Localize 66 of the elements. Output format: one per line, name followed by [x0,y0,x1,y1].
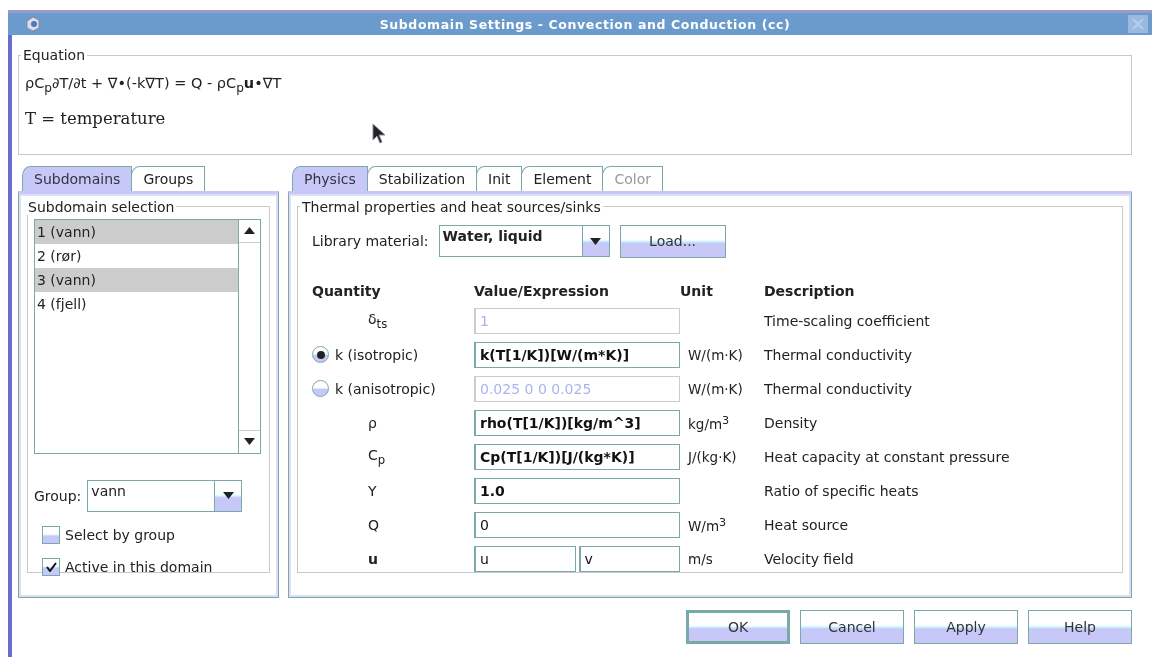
checkbox-label: Active in this domain [65,558,213,575]
value-field[interactable]: rho(T[1/K])[kg/m^3] [474,409,680,436]
dialog-button[interactable]: Apply [914,609,1018,644]
description-label: Ratio of specific heats [764,482,920,499]
tab[interactable]: Groups [131,165,206,191]
description-label: Velocity field [764,550,855,567]
tab[interactable]: Subdomains [22,165,133,191]
description-label: Density [764,414,819,431]
unit-label: J/(kg·K) [688,448,737,465]
mouse-cursor-icon [372,123,386,145]
value-field[interactable]: 0 [474,511,680,538]
dialog-button[interactable]: OK [686,609,790,644]
dropdown-arrow-icon[interactable] [590,237,602,245]
value-field[interactable]: u [474,545,576,572]
description-label: Heat source [764,516,850,533]
unit-label: W/(m·K) [688,380,743,397]
description-label: Time-scaling coefficient [764,312,931,329]
column-header: Quantity [312,281,382,301]
value-field[interactable]: 1.0 [474,477,680,504]
tab[interactable]: Physics [292,165,368,191]
value-field[interactable]: Cp(T[1/K])[J/(kg*K)] [474,443,680,470]
unit-label: W/m$^{3}$ [688,518,727,535]
quantity-label: Q [368,516,380,533]
dialog-button[interactable]: Cancel [800,609,904,644]
value-field[interactable]: v [578,545,680,572]
dialog-button[interactable]: Help [1028,609,1132,644]
list-item[interactable]: 1 (vann) [35,219,238,244]
dropdown-arrow-icon[interactable] [222,492,234,500]
quantity-label: δ$_{ts}$ [368,311,388,331]
checkbox[interactable] [42,525,60,544]
list-item[interactable]: 3 (vann) [35,267,238,292]
group-title: Subdomain selection [27,198,176,215]
material-dropdown[interactable]: Water, liquid [438,225,610,258]
checkbox[interactable] [42,557,60,576]
quantity-label: k (isotropic) [335,346,419,363]
unit-label: W/(m·K) [688,346,743,363]
quantity-label: k (anisotropic) [335,380,436,397]
radio-button[interactable] [312,380,329,398]
variable-definition: T = temperature [25,108,167,128]
checkmark-icon [45,561,57,572]
library-label: Library material: [312,233,429,250]
description-label: Thermal conductivity [764,380,914,397]
column-header: Unit [680,281,714,301]
group-title: Equation [22,47,86,63]
group-title: Thermal properties and heat sources/sinks [301,198,602,215]
scroll-down-icon[interactable] [244,438,255,446]
description-label: Thermal conductivity [764,346,914,363]
load-button[interactable]: Load... [619,224,726,258]
app-icon [24,15,42,33]
unit-label: kg/m$^{3}$ [688,416,730,433]
value-field[interactable]: k(T[1/K])[W/(m*K)] [474,341,680,368]
quantity-label: ρ [368,414,377,431]
group-label: Group: [34,487,82,504]
scroll-up-icon[interactable] [244,227,255,235]
group-dropdown[interactable]: vann [87,479,243,512]
checkbox-label: Select by group [65,526,175,543]
radio-button[interactable] [312,346,329,364]
window-title: Subdomain Settings - Convection and Conduction (cc) [378,16,792,32]
scrollbar[interactable] [238,219,260,453]
column-header: Description [764,281,856,301]
quantity-label: Υ [368,482,377,499]
quantity-label: u [368,550,378,567]
column-header: Value/Expression [474,281,610,301]
unit-label: m/s [688,550,713,567]
quantity-label: C$_{p}$ [368,447,386,467]
description-label: Heat capacity at constant pressure [764,448,1011,465]
